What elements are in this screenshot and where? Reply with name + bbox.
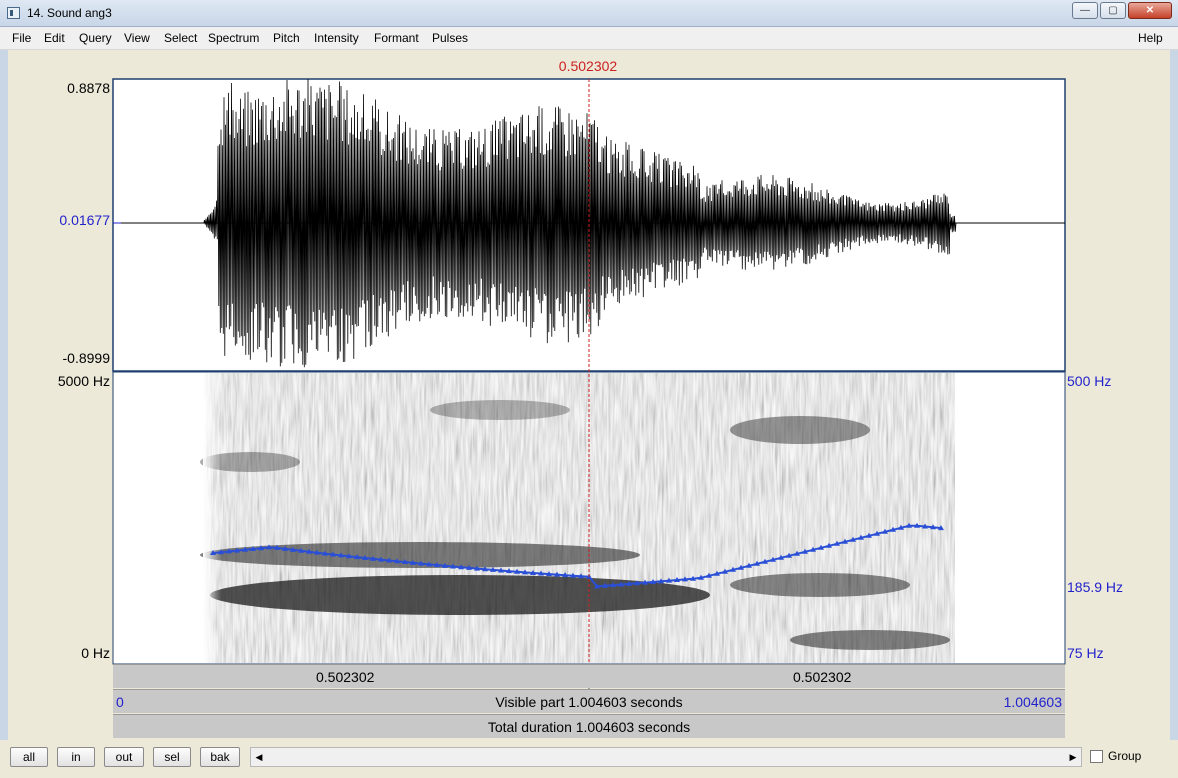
zoom-back-button[interactable]: bak: [200, 747, 240, 767]
horizontal-scrollbar[interactable]: ◀ ▶: [250, 747, 1082, 767]
sound-editor-canvas[interactable]: [0, 0, 1178, 778]
bottom-toolbar: all in out sel bak ◀ ▶ Group: [0, 740, 1178, 778]
spectrogram-band-low: [210, 575, 710, 615]
left-segment-duration[interactable]: 0.502302: [316, 669, 374, 685]
group-checkbox[interactable]: [1090, 750, 1103, 763]
total-duration-row[interactable]: Total duration 1.004603 seconds: [113, 714, 1065, 738]
zoom-all-button[interactable]: all: [10, 747, 48, 767]
group-label: Group: [1108, 749, 1142, 763]
scroll-left-icon[interactable]: ◀: [252, 749, 266, 765]
zoom-selection-button[interactable]: sel: [153, 747, 191, 767]
visible-end-time: 1.004603: [1003, 694, 1062, 710]
spectrogram: [200, 373, 955, 663]
spectrogram-fade: [203, 373, 221, 663]
zoom-in-button[interactable]: in: [57, 747, 95, 767]
spectrogram-texture: [203, 373, 955, 663]
right-segment-duration[interactable]: 0.502302: [793, 669, 851, 685]
spectrogram-band-late: [730, 573, 910, 597]
visible-part-row[interactable]: 0 Visible part 1.004603 seconds 1.004603: [113, 689, 1065, 713]
visible-part-label: Visible part 1.004603 seconds: [495, 694, 683, 710]
spectrogram-band-high: [730, 416, 870, 444]
segment-time-row: 0.502302 0.502302: [113, 664, 1065, 688]
spectrogram-band-bottom: [790, 630, 950, 650]
spectrogram-band-mid: [430, 400, 570, 420]
scroll-right-icon[interactable]: ▶: [1066, 749, 1080, 765]
total-duration-label: Total duration 1.004603 seconds: [487, 719, 691, 735]
zoom-out-button[interactable]: out: [104, 747, 144, 767]
